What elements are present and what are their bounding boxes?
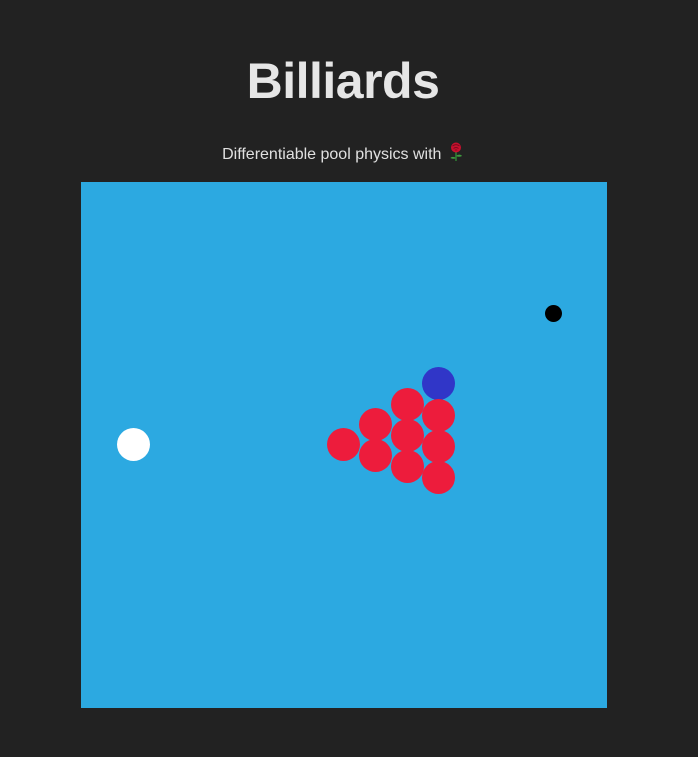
- cue-ball[interactable]: [117, 428, 150, 461]
- red-ball: [359, 439, 392, 472]
- red-ball: [391, 388, 424, 421]
- target-hole: [545, 305, 562, 322]
- pool-table[interactable]: [81, 182, 607, 708]
- red-ball: [391, 450, 424, 483]
- red-ball: [422, 399, 455, 432]
- red-ball: [359, 408, 392, 441]
- red-ball: [327, 428, 360, 461]
- red-ball: [422, 461, 455, 494]
- page-subtitle: Differentiable pool physics with: [0, 142, 686, 170]
- red-ball: [391, 419, 424, 452]
- subtitle-text: Differentiable pool physics with: [222, 146, 442, 163]
- page-title: Billiards: [246, 53, 440, 109]
- target-ball: [422, 367, 455, 400]
- rose-icon: [448, 142, 464, 170]
- red-ball: [422, 430, 455, 463]
